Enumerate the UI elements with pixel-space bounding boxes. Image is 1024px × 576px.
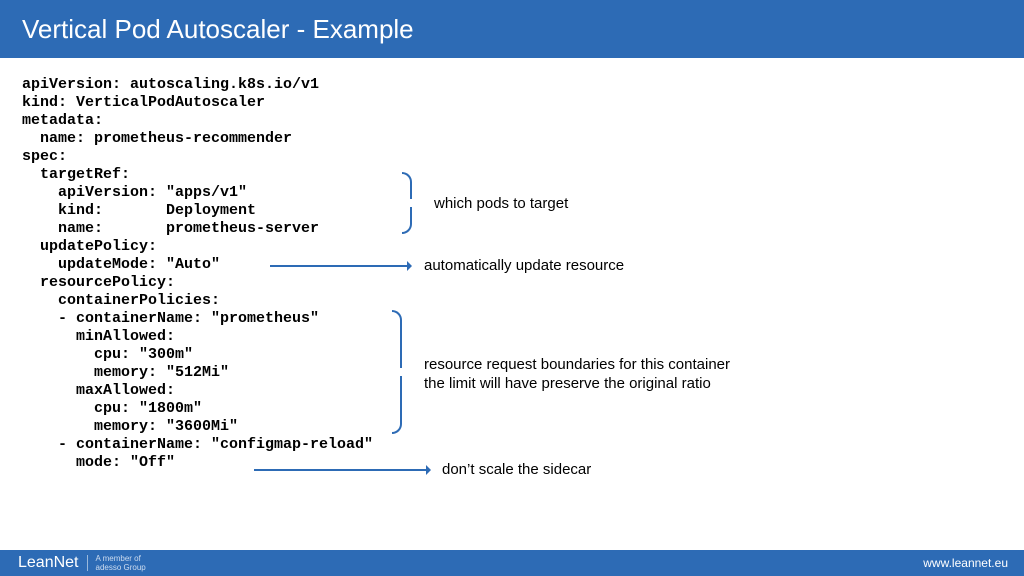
slide-footer: LeanNet A member of adesso Group www.lea… bbox=[0, 550, 1024, 576]
footer-brand: LeanNet A member of adesso Group bbox=[18, 554, 146, 572]
slide-header: Vertical Pod Autoscaler - Example bbox=[0, 0, 1024, 58]
arrow-update bbox=[270, 265, 410, 267]
annot-target: which pods to target bbox=[434, 195, 568, 212]
yaml-code-block: apiVersion: autoscaling.k8s.io/v1 kind: … bbox=[22, 76, 1014, 472]
annot-boundaries-l2: the limit will have preserve the origina… bbox=[424, 375, 711, 392]
brand-name: LeanNet bbox=[18, 554, 79, 572]
brace-boundaries bbox=[392, 310, 412, 434]
brace-target bbox=[402, 172, 422, 234]
footer-url: www.leannet.eu bbox=[923, 556, 1008, 570]
footer-divider bbox=[87, 555, 88, 571]
slide-content: apiVersion: autoscaling.k8s.io/v1 kind: … bbox=[22, 76, 1014, 546]
brand-member: A member of adesso Group bbox=[96, 554, 146, 572]
annot-sidecar: don’t scale the sidecar bbox=[442, 461, 591, 478]
slide-title: Vertical Pod Autoscaler - Example bbox=[22, 14, 414, 45]
annot-boundaries-l1: resource request boundaries for this con… bbox=[424, 356, 730, 373]
arrow-sidecar bbox=[254, 469, 429, 471]
annot-update: automatically update resource bbox=[424, 257, 624, 274]
